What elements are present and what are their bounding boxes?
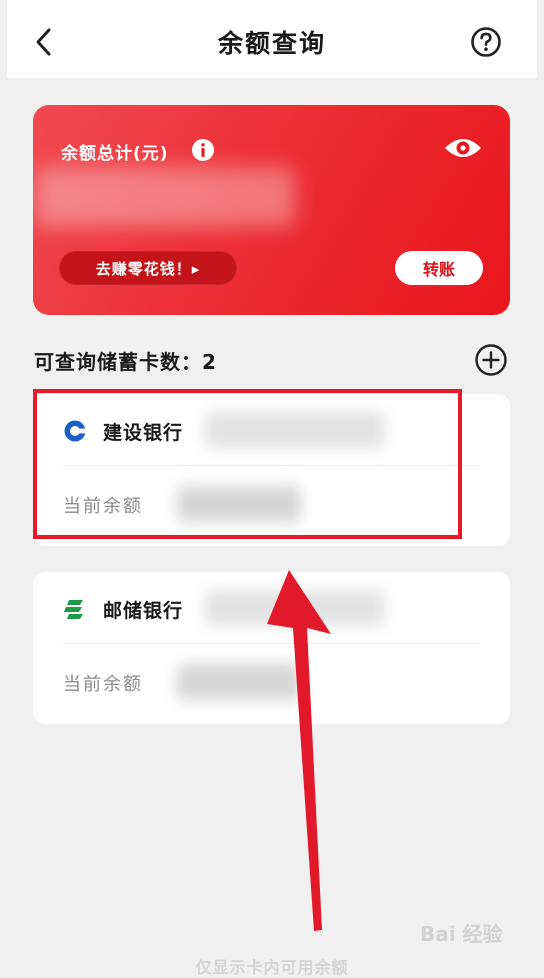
account-number-redacted — [205, 590, 385, 626]
bank-card-psbc[interactable]: 邮储银行 当前余额 — [33, 572, 510, 724]
bank-name: 建设银行 — [103, 422, 184, 444]
current-balance-label: 当前余额 — [63, 496, 143, 517]
footer-note: 仅显示卡内可用余额 — [195, 958, 349, 977]
balance-amount-redacted — [35, 167, 295, 227]
total-balance-label: 余额总计(元) — [61, 144, 169, 164]
question-circle-icon — [471, 27, 501, 57]
plus-circle-icon — [475, 344, 507, 376]
page-title: 余额查询 — [217, 29, 326, 58]
balance-value-redacted — [177, 664, 301, 700]
add-card-button[interactable] — [474, 343, 508, 377]
card-count-label: 可查询储蓄卡数：2 — [34, 350, 217, 374]
psbc-logo-icon — [64, 600, 83, 619]
account-number-redacted — [205, 412, 385, 448]
divider — [63, 465, 480, 466]
earn-pocket-money-button[interactable]: 去赚零花钱！▸ — [59, 251, 237, 285]
watermark: Bai 经验 — [420, 922, 503, 946]
ccb-logo-icon — [64, 420, 86, 442]
bank-name: 邮储银行 — [103, 600, 184, 622]
transfer-button[interactable]: 转账 — [395, 251, 483, 285]
bank-card-ccb[interactable]: 建设银行 当前余额 — [33, 394, 510, 546]
balance-card: 余额总计(元) 去赚零花钱！▸ 转账 — [33, 105, 510, 315]
header-bar: 余额查询 — [7, 0, 537, 78]
eye-icon[interactable] — [443, 133, 483, 163]
info-icon[interactable] — [191, 138, 215, 162]
balance-value-redacted — [177, 486, 301, 522]
current-balance-label: 当前余额 — [63, 674, 143, 695]
divider — [63, 643, 480, 644]
help-button[interactable] — [469, 25, 503, 59]
